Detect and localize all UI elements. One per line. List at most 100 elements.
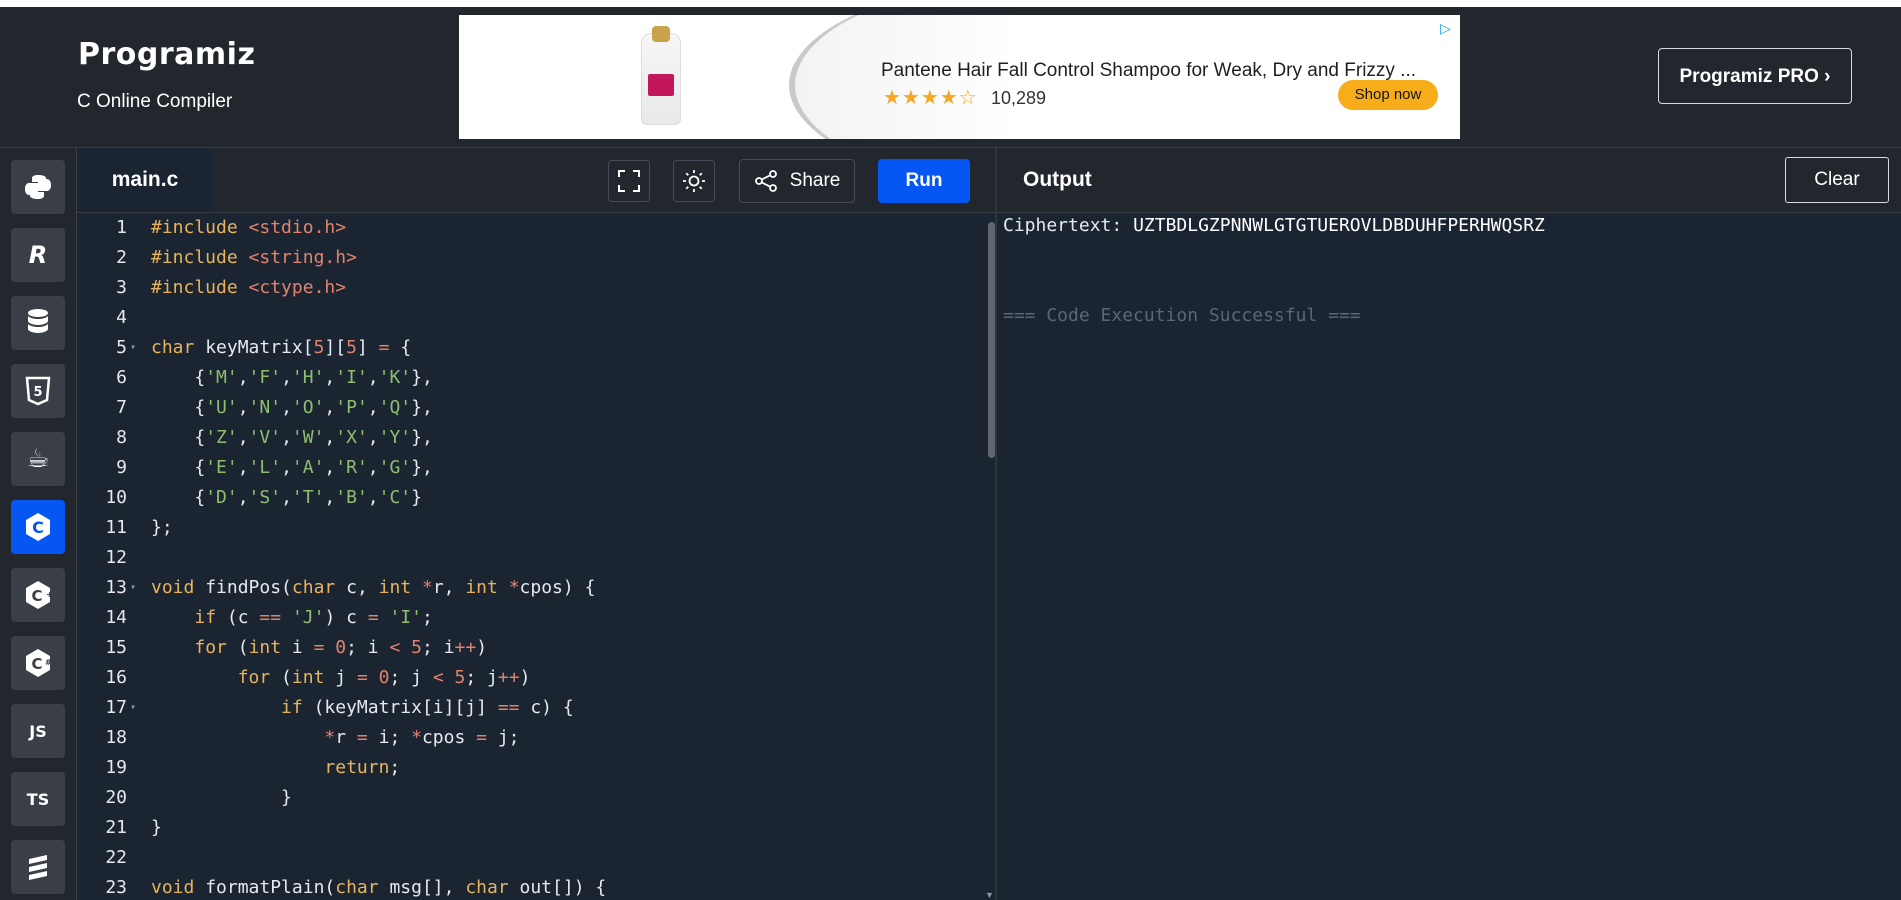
adchoices-icon[interactable]: ▷ xyxy=(1440,20,1456,36)
python-icon[interactable] xyxy=(11,160,65,214)
code-line[interactable]: 3 #include <ctype.h> xyxy=(77,273,987,303)
shop-now-button[interactable]: Shop now xyxy=(1338,80,1438,110)
rating-stars-icon: ★★★★☆ xyxy=(883,87,978,109)
code-line[interactable]: 16 for (int j = 0; j < 5; j++) xyxy=(77,663,987,693)
share-button[interactable]: Share xyxy=(739,159,855,203)
code-text: {'U','N','O','P','Q'}, xyxy=(151,397,433,418)
code-text: for (int j = 0; j < 5; j++) xyxy=(237,667,531,688)
code-line[interactable]: 4 xyxy=(77,303,987,333)
editor-scrollbar[interactable] xyxy=(988,222,995,458)
code-line[interactable]: 6 {'M','F','H','I','K'}, xyxy=(77,363,987,393)
fold-arrow-icon[interactable]: ▾ xyxy=(130,693,136,723)
csharp-icon[interactable]: C # xyxy=(11,636,65,690)
line-number: 21 xyxy=(105,817,127,838)
programiz-logo[interactable]: Programiz xyxy=(78,37,255,72)
code-text: {'D','S','T','B','C'} xyxy=(151,487,422,508)
line-number: 20 xyxy=(105,787,127,808)
page-subtitle: C Online Compiler xyxy=(77,91,233,112)
code-text: void formatPlain(char msg[], char out[])… xyxy=(151,877,607,898)
share-icon xyxy=(754,170,777,192)
code-line[interactable]: 7 {'U','N','O','P','Q'}, xyxy=(77,393,987,423)
code-line[interactable]: 14 if (c == 'J') c = 'I'; xyxy=(77,603,987,633)
code-text: {'M','F','H','I','K'}, xyxy=(151,367,433,388)
ad-title[interactable]: Pantene Hair Fall Control Shampoo for We… xyxy=(881,60,1416,82)
line-number: 2 xyxy=(116,247,127,268)
java-icon[interactable]: ☕ xyxy=(11,432,65,486)
code-editor[interactable]: 1 #include <stdio.h> 2 #include <string.h> 3… xyxy=(77,213,995,900)
svg-text:+: + xyxy=(46,590,53,599)
more-languages-icon[interactable] xyxy=(11,840,65,894)
code-line[interactable]: 2 #include <string.h> xyxy=(77,243,987,273)
code-text: } xyxy=(151,787,292,808)
html5-icon[interactable]: 5 xyxy=(11,364,65,418)
line-number: 8 xyxy=(116,427,127,448)
r-language-icon[interactable]: R xyxy=(11,228,65,282)
line-number: 9 xyxy=(116,457,127,478)
code-text: for (int i = 0; i < 5; i++) xyxy=(194,637,488,658)
execution-status: === Code Execution Successful === xyxy=(1003,305,1361,326)
line-number: 4 xyxy=(116,307,127,328)
code-text: #include <string.h> xyxy=(151,247,357,268)
site-header: Programiz C Online Compiler Pantene Hair… xyxy=(0,7,1901,148)
code-line[interactable]: 9 {'E','L','A','R','G'}, xyxy=(77,453,987,483)
code-line[interactable]: 21} xyxy=(77,813,987,843)
ciphertext-output: Ciphertext: UZTBDLGZPNNWLGTGTUEROVLDBDUH… xyxy=(1003,215,1545,236)
c-language-icon[interactable]: C xyxy=(11,500,65,554)
svg-text:#: # xyxy=(45,658,52,667)
code-text: *r = i; *cpos = j; xyxy=(324,727,520,748)
code-line[interactable]: 13 ▾ void findPos(char c, int *r, int *cpo… xyxy=(77,573,987,603)
code-line[interactable]: 1 #include <stdio.h> xyxy=(77,213,987,243)
line-number: 6 xyxy=(116,367,127,388)
code-line[interactable]: 17 ▾ if (keyMatrix[i][j] == c) { xyxy=(77,693,987,723)
line-number: 17 xyxy=(105,697,127,718)
clear-button[interactable]: Clear xyxy=(1785,157,1889,203)
line-number: 10 xyxy=(105,487,127,508)
line-number: 3 xyxy=(116,277,127,298)
code-line[interactable]: 11}; xyxy=(77,513,987,543)
cpp-icon[interactable]: C + xyxy=(11,568,65,622)
code-line[interactable]: 5 ▾ char keyMatrix[5][5] = { xyxy=(77,333,987,363)
line-number: 23 xyxy=(105,877,127,898)
svg-text:C: C xyxy=(32,518,44,537)
fold-arrow-icon[interactable]: ▾ xyxy=(130,333,136,363)
svg-text:C: C xyxy=(31,587,42,605)
code-line[interactable]: 12 xyxy=(77,543,987,573)
code-text: return; xyxy=(324,757,401,778)
output-console: Ciphertext: UZTBDLGZPNNWLGTGTUEROVLDBDUH… xyxy=(997,213,1901,900)
editor-toolbar: main.c Share Run xyxy=(77,148,995,213)
typescript-icon[interactable]: TS xyxy=(11,772,65,826)
ad-banner[interactable]: Pantene Hair Fall Control Shampoo for We… xyxy=(459,15,1460,139)
javascript-icon[interactable]: JS xyxy=(11,704,65,758)
code-line[interactable]: 23 void formatPlain(char msg[], char out[… xyxy=(77,873,987,900)
language-sidebar: R 5 ☕ C C + C # JS TS xyxy=(0,148,77,900)
shampoo-bottle-image xyxy=(641,26,681,125)
code-line[interactable]: 20 } xyxy=(77,783,987,813)
line-number: 1 xyxy=(116,217,127,238)
theme-toggle-sun-icon[interactable] xyxy=(673,160,715,202)
line-number: 18 xyxy=(105,727,127,748)
top-border xyxy=(0,0,1901,7)
code-line[interactable]: 10 {'D','S','T','B','C'} xyxy=(77,483,987,513)
fold-arrow-icon[interactable]: ▾ xyxy=(130,573,136,603)
fullscreen-icon[interactable] xyxy=(608,160,650,202)
sql-database-icon[interactable] xyxy=(11,296,65,350)
code-text: } xyxy=(151,817,162,838)
code-text: }; xyxy=(151,517,173,538)
code-line[interactable]: 19 return; xyxy=(77,753,987,783)
programiz-pro-button[interactable]: Programiz PRO › xyxy=(1658,48,1852,104)
line-number: 22 xyxy=(105,847,127,868)
code-line[interactable]: 22 xyxy=(77,843,987,873)
code-text: {'E','L','A','R','G'}, xyxy=(151,457,433,478)
code-line[interactable]: 15 for (int i = 0; i < 5; i++) xyxy=(77,633,987,663)
code-line[interactable]: 8 {'Z','V','W','X','Y'}, xyxy=(77,423,987,453)
rating-count: 10,289 xyxy=(991,88,1047,108)
tab-main-c[interactable]: main.c xyxy=(77,148,213,212)
code-line[interactable]: 18 *r = i; *cpos = j; xyxy=(77,723,987,753)
run-button[interactable]: Run xyxy=(878,159,970,203)
scroll-down-arrow-icon[interactable]: ▼ xyxy=(985,890,994,900)
code-text: void findPos(char c, int *r, int *cpos) … xyxy=(151,577,596,598)
code-text: #include <ctype.h> xyxy=(151,277,347,298)
output-toolbar: Output Clear xyxy=(997,148,1901,213)
code-text: if (c == 'J') c = 'I'; xyxy=(194,607,433,628)
line-number: 14 xyxy=(105,607,127,628)
